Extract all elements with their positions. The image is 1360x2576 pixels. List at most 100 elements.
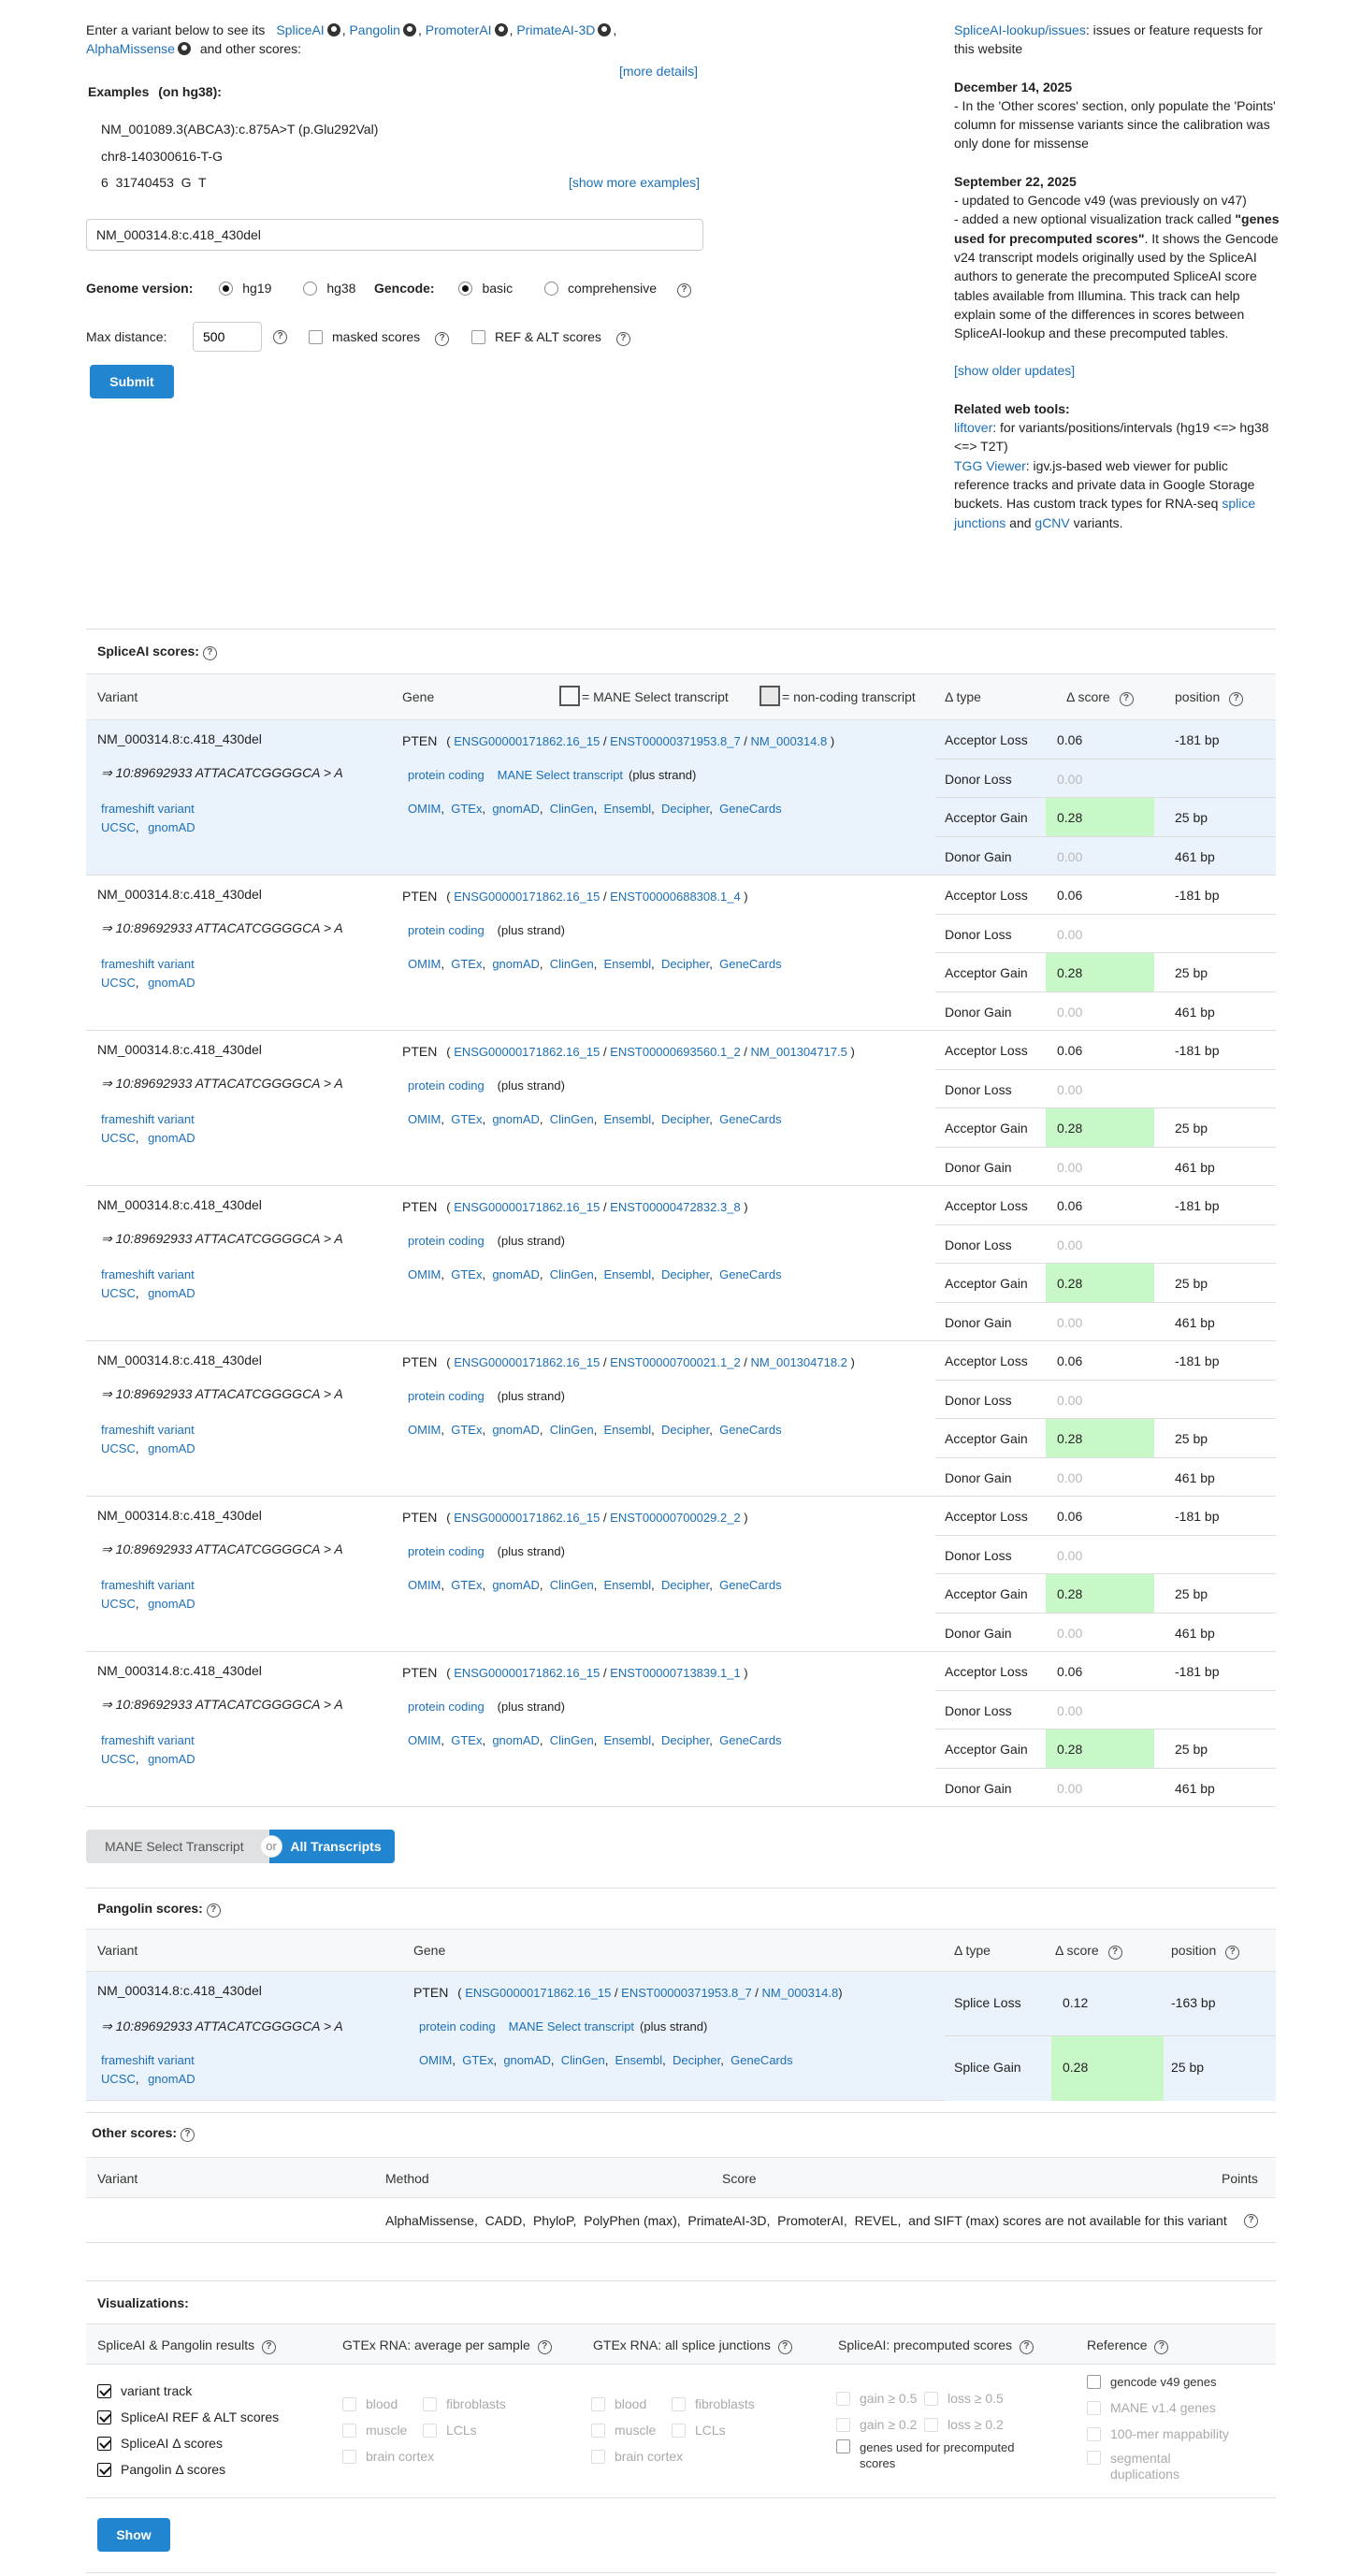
help-icon[interactable]: ? [261,2340,276,2354]
genecards-link[interactable]: GeneCards [719,1112,781,1126]
transcript-link[interactable]: ENST00000688308.1_4 [610,890,741,904]
example-item[interactable]: chr8-140300616-T-G [101,147,223,166]
clingen-link[interactable]: ClinGen [550,957,594,971]
submit-button[interactable]: Submit [90,365,174,398]
decipher-link[interactable]: Decipher [661,1578,709,1592]
transcript-link[interactable]: ENST00000700029.2_2 [610,1511,741,1525]
ensembl-link[interactable]: Ensembl [604,957,652,971]
genecards-link[interactable]: GeneCards [719,1267,781,1281]
refseq-link[interactable]: NM_000314.8 [762,1986,839,2000]
consequence-link[interactable]: frameshift variant [101,1577,195,1595]
liftover-link[interactable]: liftover [954,420,992,435]
masked-scores-checkbox[interactable] [309,330,323,344]
alphamissense-link[interactable]: AlphaMissense [86,41,175,56]
decipher-link[interactable]: Decipher [661,1112,709,1126]
more-details-link[interactable]: [more details] [619,62,698,80]
decipher-link[interactable]: Decipher [673,2053,720,2067]
biotype-tag[interactable]: protein coding [408,1389,485,1403]
help-icon[interactable]: ? [777,2340,792,2354]
ucsc-link[interactable]: UCSC [101,1131,136,1145]
ensembl-link[interactable]: Ensembl [604,1423,652,1437]
refseq-link[interactable]: NM_001304718.2 [751,1355,847,1369]
mane-tag[interactable]: MANE Select transcript [498,768,623,782]
help-icon[interactable]: ? [1225,1946,1240,1960]
consequence-link[interactable]: frameshift variant [101,1422,195,1440]
ucsc-link[interactable]: UCSC [101,976,136,990]
ensembl-link[interactable]: Ensembl [604,1112,652,1126]
help-icon[interactable]: ? [1244,2214,1258,2228]
transcript-link[interactable]: ENST00000713839.1_1 [610,1666,741,1680]
refseq-link[interactable]: NM_001304717.5 [751,1045,847,1059]
help-icon[interactable]: ? [1019,2340,1034,2354]
omim-link[interactable]: OMIM [408,1267,441,1281]
gnomad-link[interactable]: gnomAD [148,1441,195,1455]
gnomad-gene-link[interactable]: gnomAD [492,1423,540,1437]
clingen-link[interactable]: ClinGen [550,1423,594,1437]
brain-cortex-checkbox[interactable] [342,2450,356,2464]
gene-id-link[interactable]: ENSG00000171862.16_15 [454,1355,600,1369]
gtex-link[interactable]: GTEx [451,1112,482,1126]
mappability-checkbox[interactable] [1087,2427,1101,2441]
pangolin-link[interactable]: Pangolin [349,22,400,37]
consequence-link[interactable]: frameshift variant [101,801,195,818]
mane-genes-checkbox[interactable] [1087,2401,1101,2415]
basic-radio[interactable] [458,282,473,296]
github-icon[interactable] [494,23,508,36]
tgg-viewer-link[interactable]: TGG Viewer [954,458,1026,473]
biotype-tag[interactable]: protein coding [408,1700,485,1714]
help-icon[interactable]: ? [206,1903,221,1918]
gnomad-link[interactable]: gnomAD [148,1597,195,1611]
example-item[interactable]: 6 31740453 G T [101,173,207,192]
gnomad-link[interactable]: gnomAD [148,1752,195,1766]
ensembl-link[interactable]: Ensembl [604,802,652,816]
gnomad-gene-link[interactable]: gnomAD [503,2053,551,2067]
clingen-link[interactable]: ClinGen [550,1578,594,1592]
example-item[interactable]: NM_001089.3(ABCA3):c.875A>T (p.Glu292Val… [101,120,378,138]
show-button[interactable]: Show [97,2518,170,2552]
ref-alt-checkbox[interactable] [471,330,485,344]
consequence-link[interactable]: frameshift variant [101,1732,195,1750]
brain-cortex-checkbox[interactable] [591,2450,605,2464]
gtex-link[interactable]: GTEx [451,802,482,816]
ucsc-link[interactable]: UCSC [101,1286,136,1300]
gtex-link[interactable]: GTEx [451,1267,482,1281]
ucsc-link[interactable]: UCSC [101,1752,136,1766]
variant-input[interactable] [86,219,703,251]
spliceai-delta-checkbox[interactable] [97,2437,111,2451]
clingen-link[interactable]: ClinGen [550,1733,594,1747]
gcnv-link[interactable]: gCNV [1034,515,1069,530]
biotype-tag[interactable]: protein coding [408,923,485,937]
help-icon[interactable]: ? [676,283,691,297]
consequence-link[interactable]: frameshift variant [101,2052,195,2070]
gene-id-link[interactable]: ENSG00000171862.16_15 [454,1200,600,1214]
muscle-checkbox[interactable] [591,2424,605,2438]
biotype-tag[interactable]: protein coding [408,1234,485,1248]
decipher-link[interactable]: Decipher [661,1267,709,1281]
gnomad-link[interactable]: gnomAD [148,2072,195,2086]
all-transcripts-toggle[interactable]: All Transcripts [269,1830,395,1863]
blood-checkbox[interactable] [342,2397,356,2411]
genecards-link[interactable]: GeneCards [731,2053,792,2067]
masked-scores-option[interactable]: masked scores? [309,327,450,346]
omim-link[interactable]: OMIM [408,1112,441,1126]
fibroblasts-checkbox[interactable] [672,2397,686,2411]
decipher-link[interactable]: Decipher [661,957,709,971]
ref-alt-option[interactable]: REF & ALT scores? [471,327,630,346]
show-more-examples-link[interactable]: [show more examples] [569,173,700,192]
spliceai-link[interactable]: SpliceAI [276,22,324,37]
gnomad-gene-link[interactable]: gnomAD [492,1733,540,1747]
ensembl-link[interactable]: Ensembl [604,1267,652,1281]
biotype-tag[interactable]: protein coding [408,1078,485,1093]
decipher-link[interactable]: Decipher [661,802,709,816]
genecards-link[interactable]: GeneCards [719,802,781,816]
gtex-link[interactable]: GTEx [451,1578,482,1592]
github-icon[interactable] [598,23,612,36]
gene-id-link[interactable]: ENSG00000171862.16_15 [454,1045,600,1059]
ucsc-link[interactable]: UCSC [101,1597,136,1611]
help-icon[interactable]: ? [1154,2340,1169,2354]
primateai-link[interactable]: PrimateAI-3D [516,22,595,37]
biotype-tag[interactable]: protein coding [419,2019,496,2033]
refseq-link[interactable]: NM_000314.8 [751,734,828,748]
gtex-link[interactable]: GTEx [451,1733,482,1747]
omim-link[interactable]: OMIM [408,802,441,816]
